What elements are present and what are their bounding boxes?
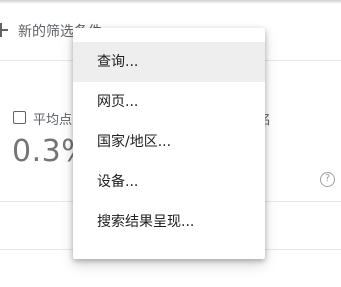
- menu-item-search-appearance[interactable]: 搜索结果呈现...: [73, 202, 265, 242]
- filter-type-menu: 查询... 网页... 国家/地区... 设备... 搜索结果呈现...: [73, 28, 265, 259]
- menu-item-country[interactable]: 国家/地区...: [73, 122, 265, 162]
- plus-icon[interactable]: [0, 23, 8, 37]
- metric-label: 平均点: [33, 113, 73, 128]
- menu-item-query[interactable]: 查询...: [73, 42, 265, 82]
- help-icon[interactable]: ?: [320, 172, 335, 187]
- metric-checkbox[interactable]: [13, 111, 26, 124]
- menu-item-device[interactable]: 设备...: [73, 162, 265, 202]
- menu-item-page[interactable]: 网页...: [73, 82, 265, 122]
